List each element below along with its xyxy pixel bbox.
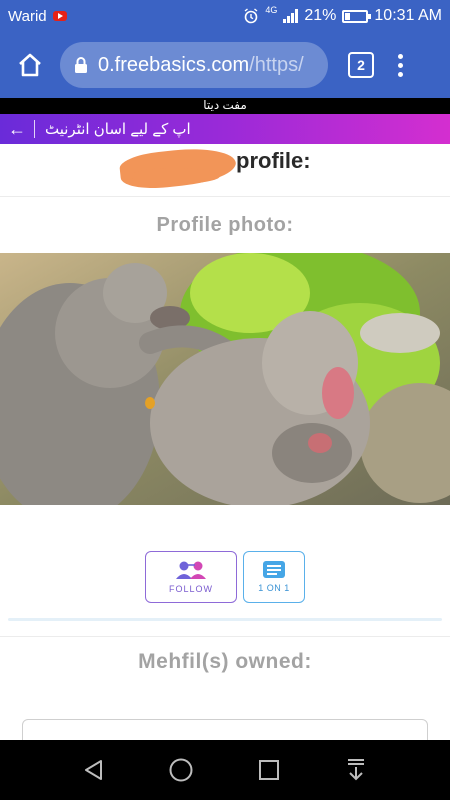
profile-header: profile: bbox=[0, 144, 450, 196]
lock-icon bbox=[75, 57, 87, 73]
section-divider bbox=[8, 618, 442, 621]
overflow-menu-icon[interactable] bbox=[398, 53, 403, 77]
nav-download-button[interactable] bbox=[336, 750, 376, 790]
profile-title: profile: bbox=[236, 148, 311, 173]
square-recent-icon bbox=[258, 760, 279, 780]
nav-home-button[interactable] bbox=[161, 750, 201, 790]
system-nav-bar bbox=[0, 740, 450, 800]
follow-button[interactable]: FOLLOW bbox=[145, 551, 237, 603]
banner-text: اپ کے لیے اسان انٹرنیٹ bbox=[45, 121, 191, 138]
home-button[interactable] bbox=[10, 45, 50, 85]
alarm-icon bbox=[244, 8, 258, 24]
one-on-one-button[interactable]: 1 ON 1 bbox=[243, 551, 305, 603]
two-people-icon bbox=[176, 561, 206, 579]
tab-switcher-button[interactable]: 2 bbox=[348, 52, 374, 78]
battery-icon bbox=[342, 9, 372, 23]
mehfil-card[interactable] bbox=[22, 719, 428, 740]
nav-recent-button[interactable] bbox=[249, 750, 289, 790]
network-type: 4G bbox=[265, 5, 278, 15]
carrier-name: Warid bbox=[8, 7, 47, 25]
url-path: /https/ bbox=[249, 53, 304, 76]
triangle-back-icon bbox=[84, 760, 102, 780]
url-host: 0.freebasics.com bbox=[98, 53, 250, 76]
mehfil-owned-label: Mehfil(s) owned: bbox=[138, 650, 312, 673]
nav-back-button[interactable] bbox=[74, 750, 114, 790]
status-bar: Warid 4G 21% 10:31 AM bbox=[0, 0, 450, 32]
redacted-username-mark bbox=[130, 168, 220, 184]
freebasics-strip: مفت دیتا bbox=[0, 98, 450, 114]
battery-percent: 21% bbox=[304, 7, 337, 24]
profile-actions: FOLLOW 1 ON 1 bbox=[0, 551, 450, 603]
download-icon bbox=[348, 759, 365, 781]
youtube-notification-icon bbox=[52, 11, 67, 21]
page-content: profile: Profile photo: FOLLOW 1 ON 1 Me… bbox=[0, 144, 450, 740]
one-on-one-label: 1 ON 1 bbox=[258, 583, 290, 593]
browser-toolbar: 0.freebasics.com/https/ 2 bbox=[0, 32, 450, 98]
circle-home-icon bbox=[169, 758, 193, 782]
freebasics-banner: ← اپ کے لیے اسان انٹرنیٹ bbox=[0, 114, 450, 144]
follow-label: FOLLOW bbox=[168, 584, 213, 594]
url-field[interactable]: 0.freebasics.com/https/ bbox=[60, 42, 328, 88]
banner-divider bbox=[34, 120, 35, 138]
signal-icon bbox=[283, 9, 299, 23]
chat-icon bbox=[263, 561, 285, 578]
profile-photo-label: Profile photo: bbox=[156, 214, 294, 236]
arrow-left-icon[interactable]: ← bbox=[8, 119, 26, 140]
clock: 10:31 AM bbox=[374, 7, 442, 24]
profile-photo[interactable] bbox=[0, 253, 450, 505]
divider bbox=[0, 636, 450, 637]
home-icon bbox=[19, 53, 41, 77]
